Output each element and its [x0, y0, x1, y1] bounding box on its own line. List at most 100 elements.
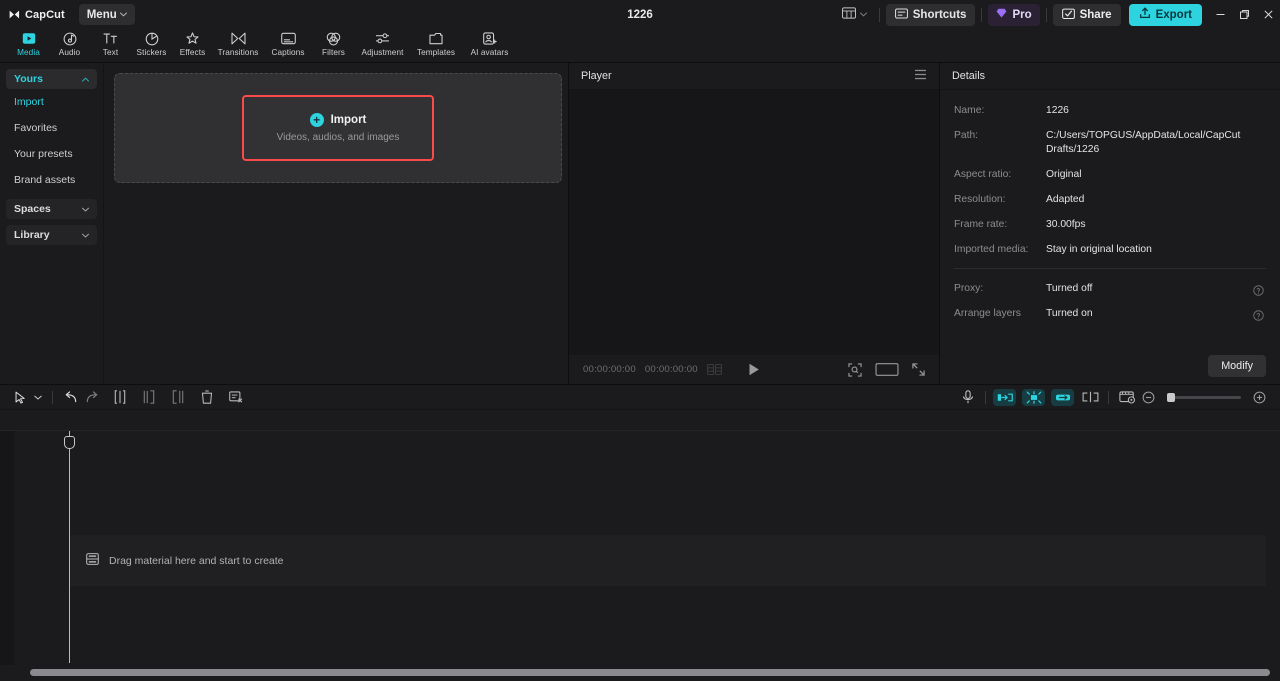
details-value[interactable]: Turned on	[1046, 307, 1246, 321]
details-body: Name: 1226 Path: C:/Users/TOPGUS/AppData…	[940, 90, 1280, 348]
minimize-button[interactable]	[1208, 0, 1232, 29]
details-label: Aspect ratio:	[954, 169, 1012, 180]
share-button[interactable]: Share	[1052, 3, 1121, 26]
modify-label: Modify	[1221, 360, 1253, 372]
capcut-logo-text: CapCut	[25, 8, 65, 21]
tab-media[interactable]: Media	[8, 29, 49, 63]
title-bar: CapCut Menu 1226 Shortcuts Pro Share Exp…	[0, 0, 1280, 29]
sidebar-group-library[interactable]: Library	[6, 225, 97, 245]
help-icon[interactable]	[1253, 283, 1264, 301]
split-icon[interactable]	[109, 387, 130, 408]
timeline-ruler[interactable]	[0, 410, 1280, 431]
tab-text[interactable]: Text	[90, 29, 131, 63]
trim-right-icon[interactable]	[167, 387, 188, 408]
details-row-aspect-ratio: Aspect ratio: Original	[954, 168, 1266, 182]
play-icon[interactable]	[748, 363, 760, 376]
pro-label: Pro	[1012, 8, 1032, 21]
playhead[interactable]	[69, 431, 70, 663]
tab-ai-avatars[interactable]: AI avatars	[461, 29, 518, 63]
effects-icon	[185, 31, 200, 46]
tab-templates[interactable]: Templates	[411, 29, 461, 63]
tab-transitions[interactable]: Transitions	[213, 29, 263, 63]
details-value: Adapted	[1046, 194, 1085, 205]
details-value[interactable]: Turned off	[1046, 282, 1246, 296]
menu-label: Menu	[86, 8, 117, 21]
menu-button[interactable]: Menu	[78, 4, 135, 25]
tab-audio[interactable]: Audio	[49, 29, 90, 63]
details-label: Frame rate:	[954, 219, 1008, 230]
aspect-ratio-icon[interactable]	[875, 363, 899, 376]
templates-icon	[429, 31, 443, 46]
scrollbar-thumb[interactable]	[30, 669, 1270, 676]
media-sidebar: Yours Import Favorites Your presets Bran…	[0, 63, 104, 384]
sidebar-item-brand-assets[interactable]: Brand assets	[6, 167, 97, 193]
sidebar-group-label: Yours	[14, 73, 43, 85]
tab-label: Transitions	[217, 48, 259, 57]
media-dropzone[interactable]: + Import Videos, audios, and images	[114, 73, 562, 183]
modify-button[interactable]: Modify	[1208, 355, 1266, 377]
tab-filters[interactable]: Filters	[313, 29, 354, 63]
tab-captions[interactable]: Captions	[263, 29, 313, 63]
thumbnail-settings-icon[interactable]	[1116, 387, 1138, 408]
sidebar-group-yours[interactable]: Yours	[6, 69, 97, 89]
redo-icon[interactable]	[81, 387, 102, 408]
details-footer: Modify	[940, 348, 1280, 384]
import-button[interactable]: + Import Videos, audios, and images	[242, 95, 434, 161]
timeline-toolbar-right	[957, 387, 1270, 408]
pro-badge[interactable]: Pro	[988, 3, 1040, 26]
trim-left-icon[interactable]	[138, 387, 159, 408]
layout-switch-button[interactable]	[836, 6, 873, 24]
link-clips-icon[interactable]	[1051, 388, 1074, 406]
zoom-slider-handle[interactable]	[1167, 392, 1175, 402]
chevron-down-icon	[82, 205, 89, 214]
tab-label: Media	[17, 48, 40, 57]
media-panel: Yours Import Favorites Your presets Bran…	[0, 63, 569, 384]
hamburger-icon[interactable]	[914, 69, 927, 83]
capcut-window: CapCut Menu 1226 Shortcuts Pro Share Exp…	[0, 0, 1280, 681]
frame-select-icon[interactable]	[848, 362, 862, 377]
split-preview-icon[interactable]	[1079, 387, 1101, 408]
details-label: Imported media:	[954, 244, 1029, 255]
zoom-out-icon[interactable]	[1138, 387, 1159, 408]
export-button[interactable]: Export	[1128, 3, 1202, 26]
timeline-tracks[interactable]: Drag material here and start to create	[0, 431, 1280, 681]
shortcuts-button[interactable]: Shortcuts	[885, 3, 976, 26]
frames-toggle-icon[interactable]	[706, 364, 722, 375]
sidebar-item-favorites[interactable]: Favorites	[6, 115, 97, 141]
timeline-drop-placeholder[interactable]: Drag material here and start to create	[70, 535, 1266, 586]
sidebar-item-label: Import	[14, 96, 44, 108]
sidebar-item-import[interactable]: Import	[6, 89, 97, 115]
timeline-track-gutter	[0, 431, 14, 681]
fullscreen-icon[interactable]	[912, 363, 925, 376]
sidebar-group-label: Spaces	[14, 203, 51, 215]
delete-icon[interactable]	[196, 387, 217, 408]
chevron-down-icon[interactable]	[31, 387, 45, 408]
select-tool-icon[interactable]	[10, 387, 31, 408]
sidebar-group-spaces[interactable]: Spaces	[6, 199, 97, 219]
playhead-handle[interactable]	[64, 436, 75, 449]
sidebar-group-label: Library	[14, 229, 50, 241]
zoom-in-icon[interactable]	[1249, 387, 1270, 408]
tab-adjustment[interactable]: Adjustment	[354, 29, 411, 63]
help-icon[interactable]	[1253, 308, 1264, 326]
sidebar-item-your-presets[interactable]: Your presets	[6, 141, 97, 167]
tab-stickers[interactable]: Stickers	[131, 29, 172, 63]
remove-clip-icon[interactable]	[225, 387, 246, 408]
undo-icon[interactable]	[60, 387, 81, 408]
tab-effects[interactable]: Effects	[172, 29, 213, 63]
details-label: Path:	[954, 130, 979, 141]
close-button[interactable]	[1256, 0, 1280, 29]
timeline-horizontal-scrollbar[interactable]	[0, 665, 1280, 681]
export-label: Export	[1155, 8, 1192, 21]
microphone-icon[interactable]	[957, 387, 978, 408]
maximize-button[interactable]	[1232, 0, 1256, 29]
audio-icon	[63, 31, 77, 46]
tab-label: Filters	[322, 48, 345, 57]
player-canvas[interactable]	[569, 90, 939, 355]
zoom-slider[interactable]	[1167, 392, 1241, 402]
details-row-frame-rate: Frame rate: 30.00fps	[954, 218, 1266, 232]
auto-adsorption-icon[interactable]	[1022, 388, 1045, 406]
main-tab-strip: Media Audio Text Stickers Effects Transi…	[0, 29, 1280, 63]
snap-to-clip-icon[interactable]	[993, 388, 1016, 406]
main-area: Yours Import Favorites Your presets Bran…	[0, 63, 1280, 384]
